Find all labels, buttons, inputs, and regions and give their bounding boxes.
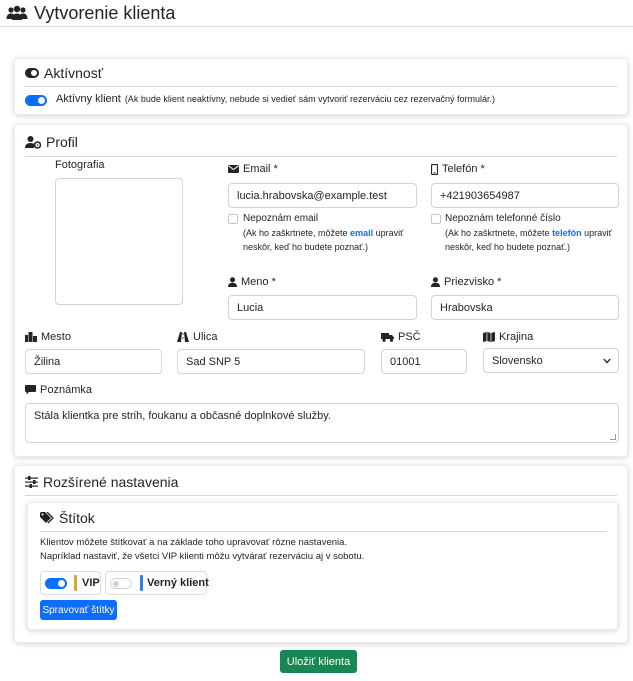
city-label: Mesto	[25, 331, 71, 343]
activity-title: Aktívnosť	[44, 65, 103, 81]
city-icon	[25, 332, 37, 342]
zip-input[interactable]: 01001	[381, 349, 467, 374]
truck-icon	[381, 332, 394, 342]
phone-hint-line1: (Ak ho zaškrtnete, môžete telefón upravi…	[445, 228, 612, 238]
email-input[interactable]: lucia.hrabovska@example.test	[228, 183, 417, 208]
email-hint-line1: (Ak ho zaškrtnete, môžete email upraviť	[243, 228, 404, 238]
activity-section-title: Aktívnosť	[25, 65, 103, 81]
phone-hint-link: telefón	[552, 228, 582, 238]
activity-card: Aktívnosť Aktívny klient (Ak bude klient…	[14, 58, 628, 115]
email-hint-line2: neskôr, keď ho budete poznať.)	[243, 242, 368, 252]
sliders-icon	[25, 476, 38, 488]
note-label: Poznámka	[25, 384, 92, 396]
zip-label: PSČ	[381, 331, 421, 343]
users-icon	[6, 5, 28, 21]
road-icon	[177, 332, 189, 342]
person-icon	[431, 277, 440, 287]
note-text: Stála klientka pre strih, foukanu a obča…	[34, 410, 331, 422]
tag-vip[interactable]: VIP	[40, 571, 101, 595]
phone-label: Telefón *	[431, 163, 485, 175]
tag-vip-switch[interactable]	[45, 578, 67, 589]
tags-section-title: Štítok	[40, 510, 95, 526]
tags-icon	[40, 512, 54, 524]
active-client-switch[interactable]	[25, 95, 47, 106]
last-name-input[interactable]: Hrabovska	[431, 295, 619, 320]
profile-title: Profil	[46, 134, 78, 150]
map-icon	[483, 332, 495, 342]
unknown-email-checkbox[interactable]	[228, 214, 238, 224]
tag-loyal-label: Verný klient	[147, 577, 209, 589]
tag-loyal-color	[140, 575, 143, 591]
email-label: Email *	[228, 163, 278, 175]
street-label: Ulica	[177, 331, 217, 343]
page-title: Vytvorenie klienta	[34, 2, 176, 23]
first-name-input[interactable]: Lucia	[228, 295, 417, 320]
country-select-value: Slovensko	[492, 354, 543, 367]
profile-section-title: Profil	[25, 134, 78, 150]
tags-description-1: Klientov môžete štítkovať a na základe t…	[40, 537, 348, 548]
activity-divider	[25, 86, 617, 87]
manage-tags-button[interactable]: Spravovať štítky	[40, 600, 117, 620]
envelope-icon	[228, 165, 239, 173]
unknown-phone-checkbox[interactable]	[431, 214, 441, 224]
tags-description-2: Napríklad nastaviť, že všetci VIP klient…	[40, 551, 365, 562]
phone-input[interactable]: +421903654987	[431, 183, 619, 208]
tags-title: Štítok	[59, 510, 95, 526]
page-header: Vytvorenie klienta	[6, 2, 175, 24]
tags-card: Štítok Klientov môžete štítkovať a na zá…	[27, 502, 618, 630]
tag-vip-label: VIP	[82, 577, 100, 589]
comment-icon	[25, 385, 36, 395]
email-hint-link: email	[350, 228, 374, 238]
tag-vip-color	[74, 575, 77, 591]
resize-handle[interactable]	[610, 434, 616, 440]
city-input[interactable]: Žilina	[25, 349, 162, 374]
profile-divider	[25, 156, 617, 157]
profile-card: Profil Fotografia Email * lucia.hrabovsk…	[14, 124, 628, 457]
toggle-icon	[25, 68, 39, 78]
country-select[interactable]: Slovensko	[483, 348, 619, 373]
tags-divider	[40, 531, 607, 532]
unknown-phone-label: Nepoznám telefonné číslo	[445, 213, 561, 224]
active-client-hint: (Ak bude klient neaktívny, nebude si ved…	[124, 94, 496, 104]
active-client-label: Aktívny klient (Ak bude klient neaktívny…	[56, 93, 496, 105]
user-gear-icon	[25, 135, 41, 149]
header-divider	[0, 26, 633, 27]
note-textarea[interactable]: Stála klientka pre strih, foukanu a obča…	[25, 403, 619, 443]
advanced-title: Rozšírené nastavenia	[43, 474, 179, 490]
unknown-email-label: Nepoznám email	[243, 213, 319, 224]
street-input[interactable]: Sad SNP 5	[177, 349, 365, 374]
phone-hint-line2: neskôr, keď ho budete poznať.)	[445, 242, 570, 252]
tag-loyal-switch[interactable]	[110, 578, 132, 589]
person-icon	[228, 277, 237, 287]
advanced-card: Rozšírené nastavenia Štítok Klientov môž…	[14, 465, 628, 643]
tag-loyal[interactable]: Verný klient	[105, 571, 209, 595]
chevron-down-icon	[603, 358, 611, 364]
last-name-label: Priezvisko *	[431, 276, 501, 288]
first-name-label: Meno *	[228, 276, 276, 288]
save-client-button[interactable]: Uložiť klienta	[280, 650, 357, 673]
advanced-section-title: Rozšírené nastavenia	[25, 474, 178, 490]
advanced-divider	[25, 495, 617, 496]
photo-upload[interactable]	[55, 178, 183, 305]
phone-icon	[431, 163, 438, 175]
photo-label: Fotografia	[55, 159, 105, 171]
country-label: Krajina	[483, 331, 533, 343]
